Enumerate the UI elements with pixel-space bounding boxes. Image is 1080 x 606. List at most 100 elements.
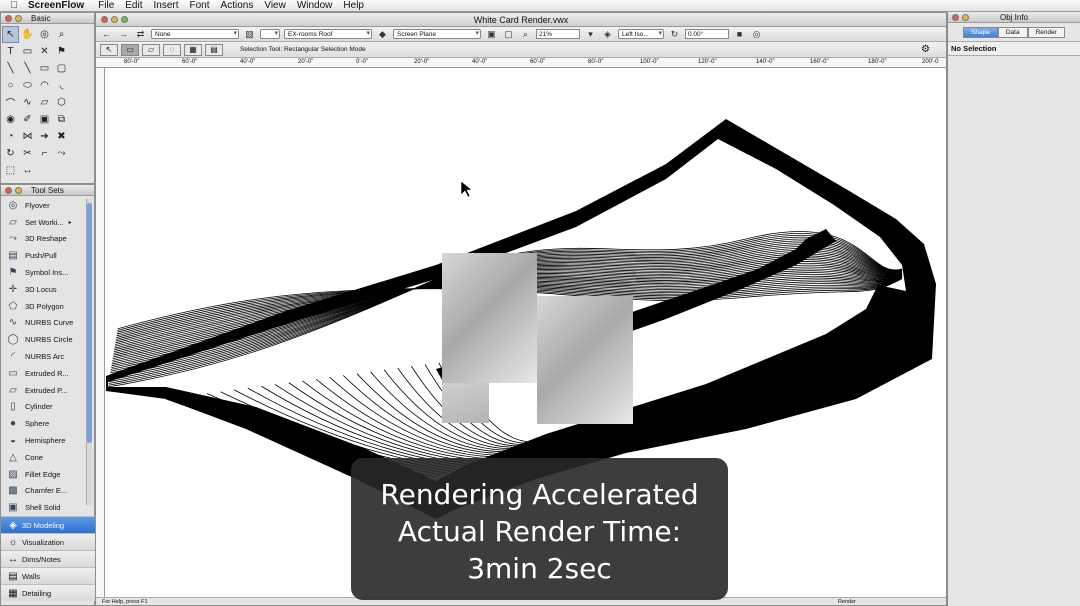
polyline-icon[interactable]: ⌒: [2, 94, 19, 111]
menu-actions[interactable]: Actions: [221, 0, 265, 11]
text-icon[interactable]: T: [2, 43, 19, 60]
settings-mode-icon[interactable]: ▤: [205, 43, 223, 56]
split-icon[interactable]: ✂: [19, 145, 36, 162]
layer-filter-select[interactable]: [260, 29, 280, 39]
tool-fillet-edge[interactable]: ▨ Fillet Edge: [1, 466, 87, 483]
tool-cone[interactable]: △ Cone: [1, 449, 87, 466]
symbol-insert-icon[interactable]: ⚑: [53, 43, 70, 60]
reshape-tool-icon[interactable]: ⤳: [53, 145, 70, 162]
snap-icon[interactable]: ⚙: [921, 44, 930, 55]
set-walls[interactable]: ▤ Walls: [1, 567, 96, 584]
spiral-icon[interactable]: ◉: [2, 111, 19, 128]
tool-3d-polygon[interactable]: ⬠ 3D Polygon: [1, 298, 87, 315]
tool-symbol-insertion[interactable]: ⚑ Symbol Ins...: [1, 264, 87, 281]
selection-arrow-icon[interactable]: ↖: [2, 26, 19, 43]
tool-3d-reshape[interactable]: ⤳ 3D Reshape: [1, 231, 87, 248]
layer-select[interactable]: EX-rooms Roof: [284, 29, 372, 39]
polygon-icon[interactable]: ▱: [36, 94, 53, 111]
tab-render[interactable]: Render: [1027, 27, 1065, 38]
tool-extruded-polygon[interactable]: ▱ Extruded P...: [1, 382, 87, 399]
line-icon[interactable]: ╲: [2, 60, 19, 77]
set-detailing[interactable]: ▦ Detailing: [1, 584, 96, 601]
zoom-menu-icon[interactable]: ▾: [584, 29, 597, 40]
tool-cylinder[interactable]: ▯ Cylinder: [1, 399, 87, 416]
tool-nurbs-curve[interactable]: ∿ NURBS Curve: [1, 315, 87, 332]
render-mode-icon[interactable]: ■: [733, 29, 746, 40]
eyedropper-icon[interactable]: ✐: [19, 111, 36, 128]
rectangle-icon[interactable]: ▭: [36, 60, 53, 77]
pan-hand-icon[interactable]: ✋: [19, 26, 36, 43]
fit-view-icon[interactable]: ▢: [502, 29, 515, 40]
tool-nurbs-circle[interactable]: ◯ NURBS Circle: [1, 331, 87, 348]
layer-options-icon[interactable]: ◆: [376, 29, 389, 40]
plane-select[interactable]: Screen Plane: [393, 29, 481, 39]
rotation-field[interactable]: 0.00°: [685, 29, 729, 39]
close-button[interactable]: [5, 14, 12, 22]
zoom-icon[interactable]: ⌕: [53, 26, 70, 43]
back-arrow-icon[interactable]: ←: [100, 29, 113, 40]
cross-icon[interactable]: ✕: [36, 43, 53, 60]
menu-font[interactable]: Font: [190, 0, 221, 11]
attribute-icon[interactable]: ⬚: [2, 162, 19, 179]
tab-shape[interactable]: Shape: [963, 27, 998, 38]
tool-flyover[interactable]: ◎ Flyover: [1, 197, 87, 214]
tool-set-working-plane[interactable]: ▱ Set Worki... ▸: [1, 214, 87, 231]
tool-sphere[interactable]: ● Sphere: [1, 415, 87, 432]
lasso-mode-icon[interactable]: ◌: [163, 43, 181, 56]
connect-icon[interactable]: ⌐: [36, 145, 53, 162]
poly-select-mode-icon[interactable]: ▱: [142, 43, 160, 56]
trim-icon[interactable]: ✖: [53, 128, 70, 145]
rounded-rect-icon[interactable]: ▢: [53, 60, 70, 77]
view-select[interactable]: Left Iso...: [618, 29, 664, 39]
toolset-scrollbar[interactable]: [86, 199, 92, 505]
standard-view-icon[interactable]: ▣: [485, 29, 498, 40]
navigation-icon[interactable]: ⇄: [134, 29, 147, 40]
select-mode-icon[interactable]: ↖: [100, 43, 118, 56]
tool-chamfer-edge[interactable]: ▩ Chamfer E...: [1, 483, 87, 500]
class-select[interactable]: None: [151, 29, 239, 39]
flyover-icon[interactable]: ◎: [36, 26, 53, 43]
set-dims-notes[interactable]: ↔ Dims/Notes: [1, 550, 96, 567]
double-line-icon[interactable]: ╲: [19, 60, 36, 77]
projection-icon[interactable]: ◈: [601, 29, 614, 40]
ellipse-icon[interactable]: ⬭: [19, 77, 36, 94]
scrollbar-thumb[interactable]: [87, 203, 92, 443]
rotate-icon[interactable]: ↻: [2, 145, 19, 162]
layers-icon[interactable]: ▧: [243, 29, 256, 40]
menu-file[interactable]: File: [98, 0, 125, 11]
rect-select-mode-icon[interactable]: ▭: [121, 43, 139, 56]
forward-arrow-icon[interactable]: →: [117, 29, 130, 40]
minimize-button[interactable]: [15, 186, 22, 194]
regular-polygon-icon[interactable]: ⬡: [53, 94, 70, 111]
menu-help[interactable]: Help: [343, 0, 375, 11]
minimize-button[interactable]: [15, 14, 22, 22]
menu-insert[interactable]: Insert: [154, 0, 190, 11]
set-3d-modeling[interactable]: ◈ 3D Modeling: [1, 516, 96, 533]
apple-menu-icon[interactable]: : [0, 0, 28, 11]
close-button[interactable]: [5, 186, 12, 194]
tool-extruded-rectangle[interactable]: ▭ Extruded R...: [1, 365, 87, 382]
set-visualization[interactable]: ☼ Visualization: [1, 533, 96, 550]
circle-icon[interactable]: ○: [2, 77, 19, 94]
tool-shell-solid[interactable]: ▣ Shell Solid: [1, 499, 87, 516]
tool-push-pull[interactable]: ▤ Push/Pull: [1, 247, 87, 264]
tool-nurbs-arc[interactable]: ◜ NURBS Arc: [1, 348, 87, 365]
tool-hemisphere[interactable]: ◒ Hemisphere: [1, 432, 87, 449]
callout-icon[interactable]: ▭: [19, 43, 36, 60]
arc-icon[interactable]: ◠: [36, 77, 53, 94]
quarter-arc-icon[interactable]: ◟: [53, 77, 70, 94]
rotate-view-icon[interactable]: ↻: [668, 29, 681, 40]
offset-icon[interactable]: ⧉: [53, 111, 70, 128]
menu-app-name[interactable]: ScreenFlow: [28, 0, 98, 11]
menu-view[interactable]: View: [264, 0, 297, 11]
fillet-tool-icon[interactable]: ◔: [2, 128, 19, 145]
grid-mode-icon[interactable]: ▦: [184, 43, 202, 56]
menu-edit[interactable]: Edit: [125, 0, 153, 11]
freehand-icon[interactable]: ∿: [19, 94, 36, 111]
dimension-icon[interactable]: ↔: [19, 162, 36, 179]
saved-views-icon[interactable]: ◎: [750, 29, 763, 40]
zoom-field[interactable]: 21%: [536, 29, 580, 39]
menu-window[interactable]: Window: [297, 0, 344, 11]
zoom-lens-icon[interactable]: ⌕: [519, 29, 532, 40]
tab-data[interactable]: Data: [997, 27, 1028, 38]
